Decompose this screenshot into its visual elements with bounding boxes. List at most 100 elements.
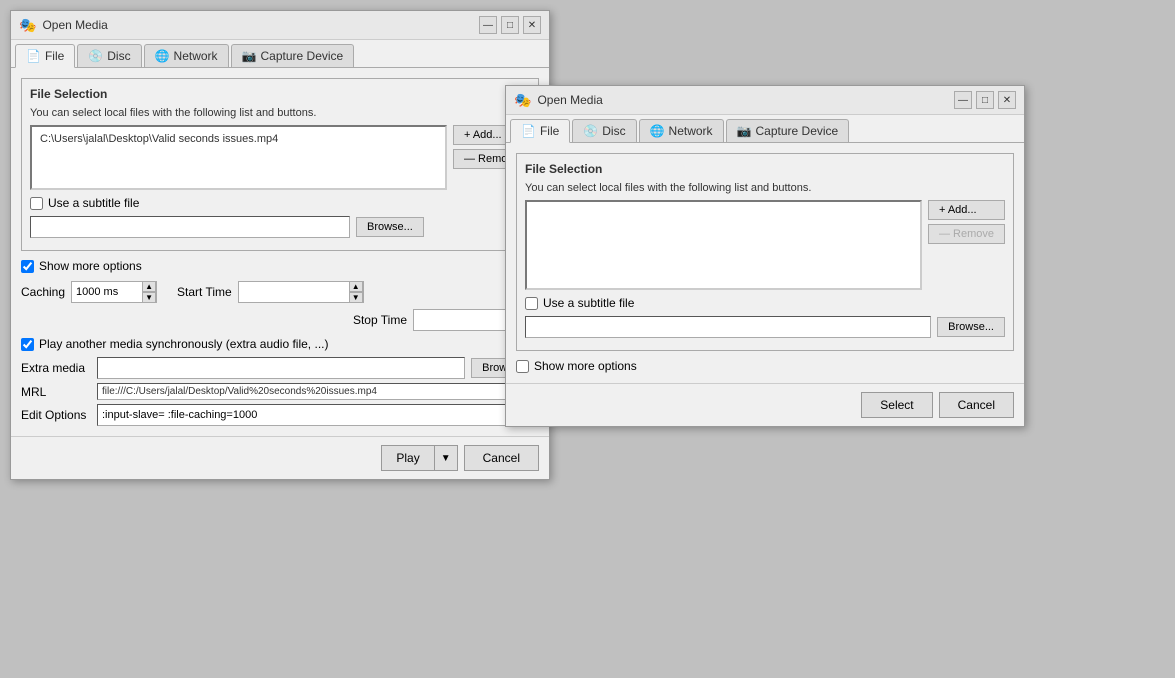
starttime-spinbtns-1: ▲ ▼ — [349, 281, 363, 303]
file-selection-row-1: C:\Users\jalal\Desktop\Valid seconds iss… — [30, 125, 530, 190]
file-list-item-1: C:\Users\jalal\Desktop\Valid seconds iss… — [36, 131, 441, 147]
disc-tab-icon-1: 💿 — [88, 49, 103, 63]
show-more-label-2: Show more options — [534, 359, 637, 373]
play-btn-group-1: Play ▼ — [381, 445, 457, 471]
extramedia-row-1: Extra media Browse... — [21, 357, 539, 379]
starttime-up-1[interactable]: ▲ — [349, 281, 363, 292]
starttime-down-1[interactable]: ▼ — [349, 292, 363, 303]
file-tab-label-2: File — [540, 124, 559, 138]
playsync-checkbox-1[interactable] — [21, 338, 34, 351]
timing-row-1: Caching 1000 ms ▲ ▼ Start Time 00H:00m:0… — [21, 281, 539, 303]
minimize-button-2[interactable]: — — [954, 91, 972, 109]
file-buttons-2: + Add... — Remove — [928, 200, 1005, 290]
disc-tab-label-2: Disc — [602, 124, 625, 138]
subtitle-checkbox-row-2: Use a subtitle file — [525, 296, 1005, 310]
window-open-media-1: 🎭 Open Media — □ ✕ 📄 File 💿 Disc 🌐 Netwo… — [10, 10, 550, 480]
close-button-2[interactable]: ✕ — [998, 91, 1016, 109]
playsync-label-1: Play another media synchronously (extra … — [39, 337, 328, 351]
play-dropdown-1[interactable]: ▼ — [434, 445, 458, 471]
file-selection-title-1: File Selection — [30, 87, 530, 101]
network-tab-icon-2: 🌐 — [650, 124, 665, 138]
network-tab-label-2: Network — [669, 124, 713, 138]
mrl-label-1: MRL — [21, 385, 91, 399]
mrl-row-1: MRL file:///C:/Users/jalal/Desktop/Valid… — [21, 383, 539, 400]
tab-bar-1: 📄 File 💿 Disc 🌐 Network 📷 Capture Device — [11, 40, 549, 68]
stoptime-row-1: Stop Time 00H:00m:00s.000 ▲ ▼ — [21, 309, 539, 331]
tab-file-2[interactable]: 📄 File — [510, 119, 570, 143]
extramedia-input-1[interactable] — [97, 357, 465, 379]
window-open-media-2: 🎭 Open Media — □ ✕ 📄 File 💿 Disc 🌐 Netwo… — [505, 85, 1025, 427]
subtitle-path-input-2[interactable] — [525, 316, 931, 338]
editoptions-row-1: Edit Options — [21, 404, 539, 426]
show-more-row-1: Show more options — [21, 259, 539, 273]
starttime-value-1[interactable]: 00H:00m:00s.000 — [239, 286, 349, 298]
subtitle-browse-row-1: Browse... — [30, 216, 530, 238]
starttime-label-1: Start Time — [177, 285, 232, 299]
file-tab-label-1: File — [45, 49, 64, 63]
action-bar-1: Play ▼ Cancel — [11, 436, 549, 479]
file-selection-title-2: File Selection — [525, 162, 1005, 176]
tab-capture-2[interactable]: 📷 Capture Device — [726, 119, 850, 142]
file-list-box-2[interactable] — [525, 200, 922, 290]
subtitle-browse-button-1[interactable]: Browse... — [356, 217, 424, 237]
capture-tab-label-2: Capture Device — [756, 124, 839, 138]
remove-button-2[interactable]: — Remove — [928, 224, 1005, 244]
minimize-button-1[interactable]: — — [479, 16, 497, 34]
show-more-checkbox-2[interactable] — [516, 360, 529, 373]
subtitle-label-2: Use a subtitle file — [543, 296, 634, 310]
window-title-2: Open Media — [537, 93, 602, 107]
titlebar-left-2: 🎭 Open Media — [514, 92, 603, 109]
subtitle-checkbox-2[interactable] — [525, 297, 538, 310]
titlebar-buttons-2: — □ ✕ — [954, 91, 1016, 109]
editoptions-input-1[interactable] — [97, 404, 539, 426]
vlc-icon-2: 🎭 — [514, 92, 531, 109]
caching-input-1: 1000 ms ▲ ▼ — [71, 281, 157, 303]
subtitle-label-1: Use a subtitle file — [48, 196, 139, 210]
capture-tab-label-1: Capture Device — [261, 49, 344, 63]
disc-tab-label-1: Disc — [107, 49, 130, 63]
titlebar-1: 🎭 Open Media — □ ✕ — [11, 11, 549, 40]
play-button-1[interactable]: Play — [381, 445, 433, 471]
maximize-button-1[interactable]: □ — [501, 16, 519, 34]
select-button-2[interactable]: Select — [861, 392, 932, 418]
mrl-value-1: file:///C:/Users/jalal/Desktop/Valid%20s… — [97, 383, 539, 400]
cancel-button-2[interactable]: Cancel — [939, 392, 1014, 418]
titlebar-left-1: 🎭 Open Media — [19, 17, 108, 34]
network-tab-icon-1: 🌐 — [155, 49, 170, 63]
titlebar-2: 🎭 Open Media — □ ✕ — [506, 86, 1024, 115]
playsync-row-1: Play another media synchronously (extra … — [21, 337, 539, 351]
disc-tab-icon-2: 💿 — [583, 124, 598, 138]
show-more-label-1: Show more options — [39, 259, 142, 273]
file-selection-desc-1: You can select local files with the foll… — [30, 107, 530, 119]
tab-disc-1[interactable]: 💿 Disc — [77, 44, 141, 67]
starttime-group-1: Start Time 00H:00m:00s.000 ▲ ▼ — [177, 281, 364, 303]
tab-disc-2[interactable]: 💿 Disc — [572, 119, 636, 142]
caching-value-1[interactable]: 1000 ms — [72, 286, 142, 298]
subtitle-browse-button-2[interactable]: Browse... — [937, 317, 1005, 337]
cancel-button-1[interactable]: Cancel — [464, 445, 539, 471]
extended-options-1: Caching 1000 ms ▲ ▼ Start Time 00H:00m:0… — [21, 281, 539, 426]
caching-up-1[interactable]: ▲ — [142, 281, 156, 292]
caching-down-1[interactable]: ▼ — [142, 292, 156, 303]
tab-network-1[interactable]: 🌐 Network — [144, 44, 229, 67]
titlebar-buttons-1: — □ ✕ — [479, 16, 541, 34]
close-button-1[interactable]: ✕ — [523, 16, 541, 34]
capture-tab-icon-1: 📷 — [242, 49, 257, 63]
network-tab-label-1: Network — [174, 49, 218, 63]
extramedia-label-1: Extra media — [21, 361, 91, 375]
show-more-checkbox-1[interactable] — [21, 260, 34, 273]
window-title-1: Open Media — [42, 18, 107, 32]
add-button-2[interactable]: + Add... — [928, 200, 1005, 220]
maximize-button-2[interactable]: □ — [976, 91, 994, 109]
tab-network-2[interactable]: 🌐 Network — [639, 119, 724, 142]
tab-file-1[interactable]: 📄 File — [15, 44, 75, 68]
subtitle-path-input-1[interactable] — [30, 216, 350, 238]
file-tab-icon-2: 📄 — [521, 124, 536, 138]
subtitle-checkbox-row-1: Use a subtitle file — [30, 196, 530, 210]
tab-capture-1[interactable]: 📷 Capture Device — [231, 44, 355, 67]
caching-label-1: Caching — [21, 285, 65, 299]
file-selection-section-1: File Selection You can select local file… — [21, 78, 539, 251]
file-list-box-1[interactable]: C:\Users\jalal\Desktop\Valid seconds iss… — [30, 125, 447, 190]
subtitle-browse-row-2: Browse... — [525, 316, 1005, 338]
subtitle-checkbox-1[interactable] — [30, 197, 43, 210]
